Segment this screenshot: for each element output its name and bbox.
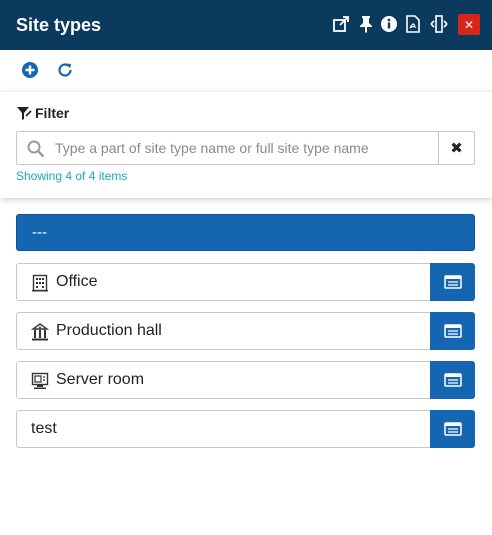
list-item-server-room[interactable]: Server room bbox=[16, 361, 475, 399]
refresh-button[interactable] bbox=[55, 60, 75, 80]
filter-icon bbox=[17, 106, 32, 120]
building-icon bbox=[32, 274, 48, 292]
close-button[interactable]: ✕ bbox=[458, 14, 480, 35]
factory-icon bbox=[31, 323, 49, 341]
info-icon[interactable] bbox=[379, 14, 399, 34]
clear-filter-button[interactable]: ✖ bbox=[438, 131, 475, 165]
pdf-export-icon[interactable] bbox=[403, 14, 423, 34]
details-button[interactable] bbox=[430, 312, 475, 350]
expand-width-icon[interactable] bbox=[429, 14, 449, 34]
list-item-production-hall[interactable]: Production hall bbox=[16, 312, 475, 350]
add-button[interactable] bbox=[20, 60, 40, 80]
card-details-icon bbox=[443, 275, 462, 289]
server-monitor-icon bbox=[31, 372, 49, 389]
search-box bbox=[16, 131, 439, 165]
details-button[interactable] bbox=[430, 410, 475, 448]
list-item-label: Office bbox=[56, 273, 98, 290]
search-icon bbox=[27, 140, 45, 158]
window-header: Site types ✕ bbox=[0, 0, 492, 50]
filter-label: Filter bbox=[35, 105, 70, 121]
card-details-icon bbox=[443, 422, 462, 436]
list-item-test[interactable]: test bbox=[16, 410, 475, 448]
close-icon: ✕ bbox=[463, 17, 475, 32]
list-item-label: Server room bbox=[56, 371, 145, 388]
list-item-label: Production hall bbox=[56, 322, 162, 339]
details-button[interactable] bbox=[430, 361, 475, 399]
filter-panel: Filter ✖ Showing 4 of 4 items bbox=[0, 91, 492, 198]
card-details-icon bbox=[443, 324, 462, 338]
list-item-office[interactable]: Office bbox=[16, 263, 475, 301]
list-item-label: --- bbox=[32, 224, 47, 241]
details-button[interactable] bbox=[430, 263, 475, 301]
search-input[interactable] bbox=[55, 132, 435, 164]
window-title: Site types bbox=[16, 15, 102, 35]
toolbar bbox=[0, 50, 492, 90]
popout-icon[interactable] bbox=[331, 14, 351, 34]
card-details-icon bbox=[443, 373, 462, 387]
refresh-icon bbox=[58, 63, 72, 77]
add-icon bbox=[22, 62, 38, 78]
clear-icon: ✖ bbox=[450, 140, 463, 157]
list-item-main[interactable]: Server room bbox=[16, 361, 431, 399]
list-item-selected[interactable]: --- bbox=[16, 214, 475, 251]
pin-icon[interactable] bbox=[356, 14, 376, 34]
list-item-label: test bbox=[31, 420, 57, 437]
list-item-main[interactable]: Office bbox=[16, 263, 431, 301]
items-count: Showing 4 of 4 items bbox=[16, 169, 128, 183]
filter-header: Filter bbox=[16, 105, 69, 121]
list-item-main[interactable]: Production hall bbox=[16, 312, 431, 350]
list-item-main[interactable]: test bbox=[16, 410, 431, 448]
